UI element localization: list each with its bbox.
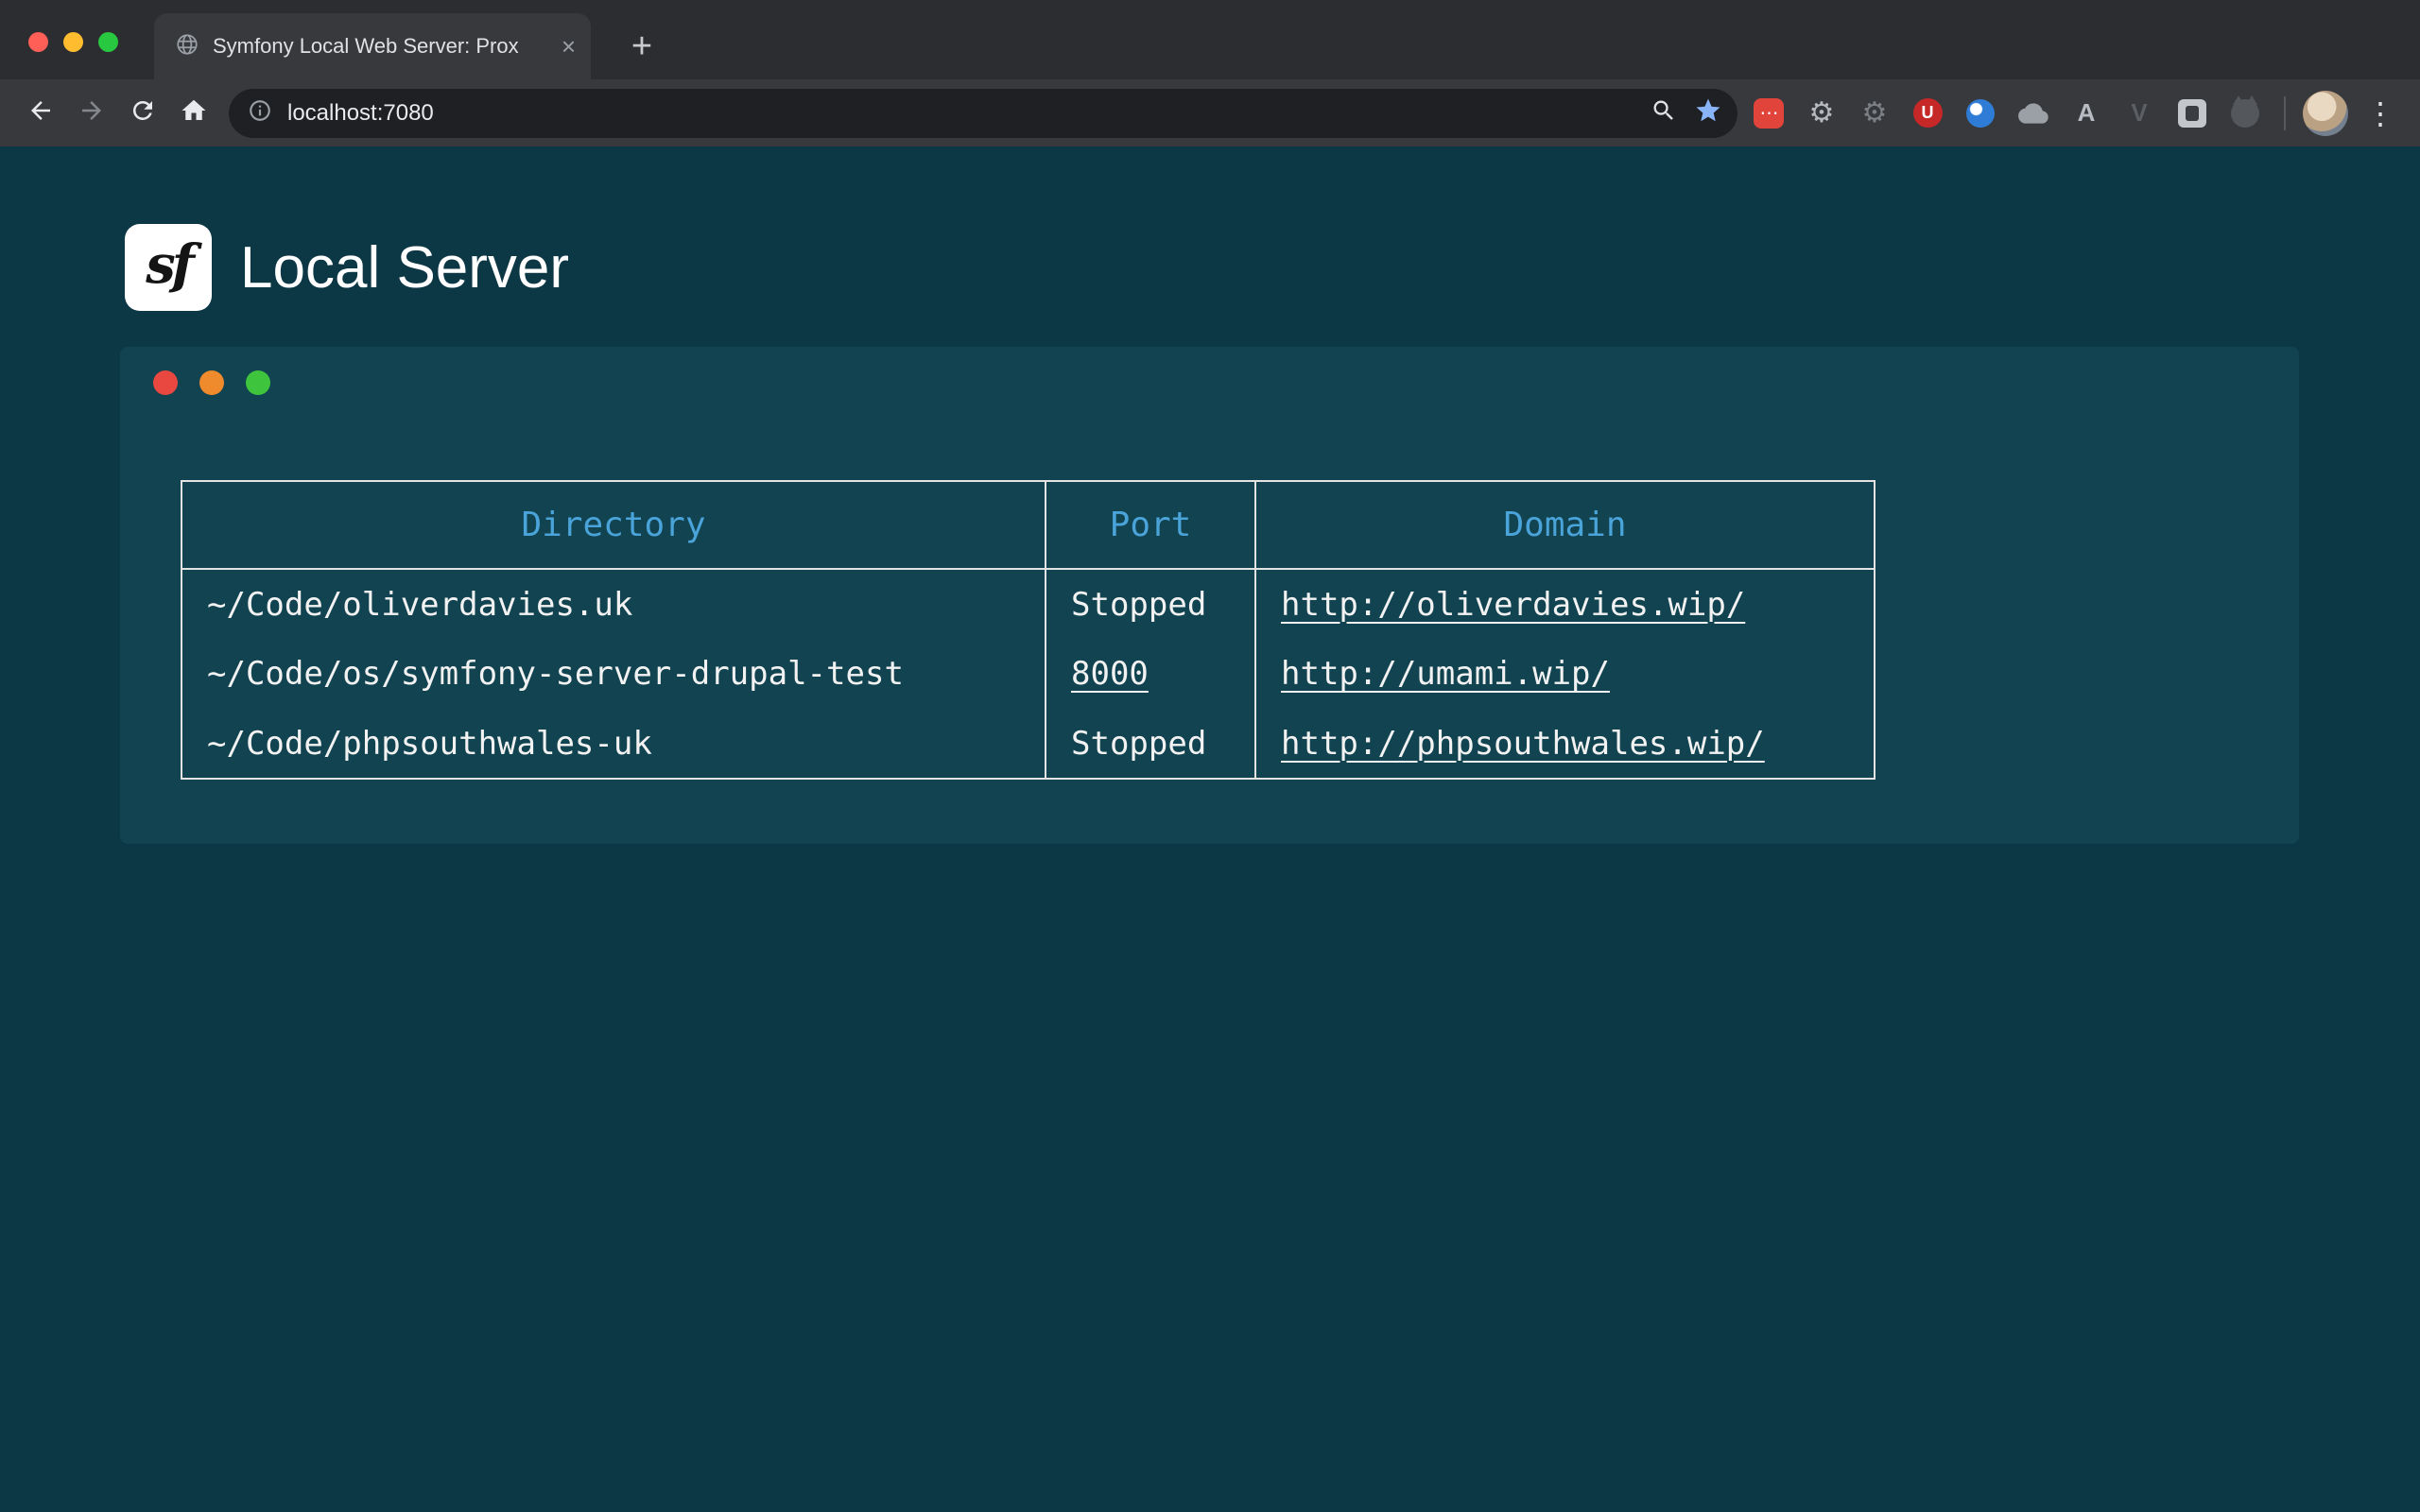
panel-window-dots (153, 370, 270, 395)
server-panel: Directory Port Domain ~/Code/oliverdavie… (120, 347, 2299, 844)
port-cell: 8000 (1046, 639, 1255, 709)
directory-cell: ~/Code/oliverdavies.uk (182, 569, 1046, 639)
browser-tab[interactable]: Symfony Local Web Server: Prox × (154, 13, 591, 79)
column-header-directory: Directory (182, 481, 1046, 569)
window-controls (28, 32, 118, 52)
servers-table: Directory Port Domain ~/Code/oliverdavie… (181, 480, 1876, 780)
symfony-logo-text: sf (146, 233, 191, 301)
window-minimize-button[interactable] (63, 32, 83, 52)
new-tab-button[interactable]: + (616, 21, 667, 72)
table-header-row: Directory Port Domain (182, 481, 1875, 569)
browser-menu-icon[interactable]: ⋮ (2365, 98, 2395, 129)
forward-icon (78, 96, 106, 129)
column-header-domain: Domain (1255, 481, 1875, 569)
brand-header: sf Local Server (0, 146, 2420, 311)
symfony-logo: sf (125, 224, 212, 311)
domain-cell: http://umami.wip/ (1255, 639, 1875, 709)
globe-favicon-icon (175, 32, 199, 61)
tab-strip: Symfony Local Web Server: Prox × + (0, 0, 2420, 79)
address-bar[interactable]: localhost:7080 (229, 89, 1737, 138)
reload-icon (129, 96, 157, 129)
domain-link[interactable]: http://oliverdavies.wip/ (1281, 586, 1745, 624)
port-cell: Stopped (1046, 709, 1255, 779)
info-icon[interactable] (248, 98, 272, 128)
extension-gear-dark-icon[interactable]: ⚙ (1858, 97, 1891, 129)
extension-github-icon[interactable] (2229, 97, 2261, 129)
forward-button[interactable] (66, 88, 117, 139)
page-content: sf Local Server Directory Port Domain (0, 146, 2420, 1512)
port-link[interactable]: 8000 (1071, 655, 1149, 693)
extension-a-icon[interactable]: A (2070, 97, 2102, 129)
reload-button[interactable] (117, 88, 168, 139)
home-button[interactable] (168, 88, 219, 139)
extension-gear-icon[interactable]: ⚙ (1806, 97, 1838, 129)
home-icon (180, 96, 208, 129)
directory-cell: ~/Code/os/symfony-server-drupal-test (182, 639, 1046, 709)
panel-red-dot-icon (153, 370, 178, 395)
page-title: Local Server (240, 234, 569, 301)
domain-cell: http://oliverdavies.wip/ (1255, 569, 1875, 639)
zoom-icon[interactable] (1651, 97, 1677, 129)
panel-green-dot-icon (246, 370, 270, 395)
table-row: ~/Code/phpsouthwales-uk Stopped http://p… (182, 709, 1875, 779)
browser-window: Symfony Local Web Server: Prox × + (0, 0, 2420, 1512)
domain-link[interactable]: http://umami.wip/ (1281, 655, 1610, 693)
directory-cell: ~/Code/phpsouthwales-uk (182, 709, 1046, 779)
panel-orange-dot-icon (199, 370, 224, 395)
table-row: ~/Code/os/symfony-server-drupal-test 800… (182, 639, 1875, 709)
extension-ublock-icon[interactable]: U (1911, 97, 1944, 129)
back-button[interactable] (15, 88, 66, 139)
extension-cloud-icon[interactable] (2017, 97, 2049, 129)
tab-close-icon[interactable]: × (562, 34, 576, 59)
port-cell: Stopped (1046, 569, 1255, 639)
table-row: ~/Code/oliverdavies.uk Stopped http://ol… (182, 569, 1875, 639)
window-zoom-button[interactable] (98, 32, 118, 52)
toolbar-divider (2284, 96, 2286, 130)
extension-dots-icon[interactable]: ⋯ (1753, 97, 1785, 129)
tab-title: Symfony Local Web Server: Prox (213, 34, 554, 59)
extension-grid-icon[interactable] (2176, 97, 2208, 129)
extension-v-icon[interactable]: V (2123, 97, 2155, 129)
extension-blue-icon[interactable] (1964, 97, 1996, 129)
domain-cell: http://phpsouthwales.wip/ (1255, 709, 1875, 779)
omnibox-right-icons (1651, 96, 1722, 129)
url-text[interactable]: localhost:7080 (287, 100, 1651, 127)
column-header-port: Port (1046, 481, 1255, 569)
bookmark-star-icon[interactable] (1694, 96, 1722, 129)
extensions-bar: ⋯ ⚙ ⚙ U A V (1753, 97, 2261, 129)
domain-link[interactable]: http://phpsouthwales.wip/ (1281, 725, 1765, 763)
back-icon (26, 96, 55, 129)
browser-toolbar: localhost:7080 ⋯ ⚙ ⚙ U A V (0, 79, 2420, 146)
profile-avatar[interactable] (2303, 91, 2348, 136)
window-close-button[interactable] (28, 32, 48, 52)
